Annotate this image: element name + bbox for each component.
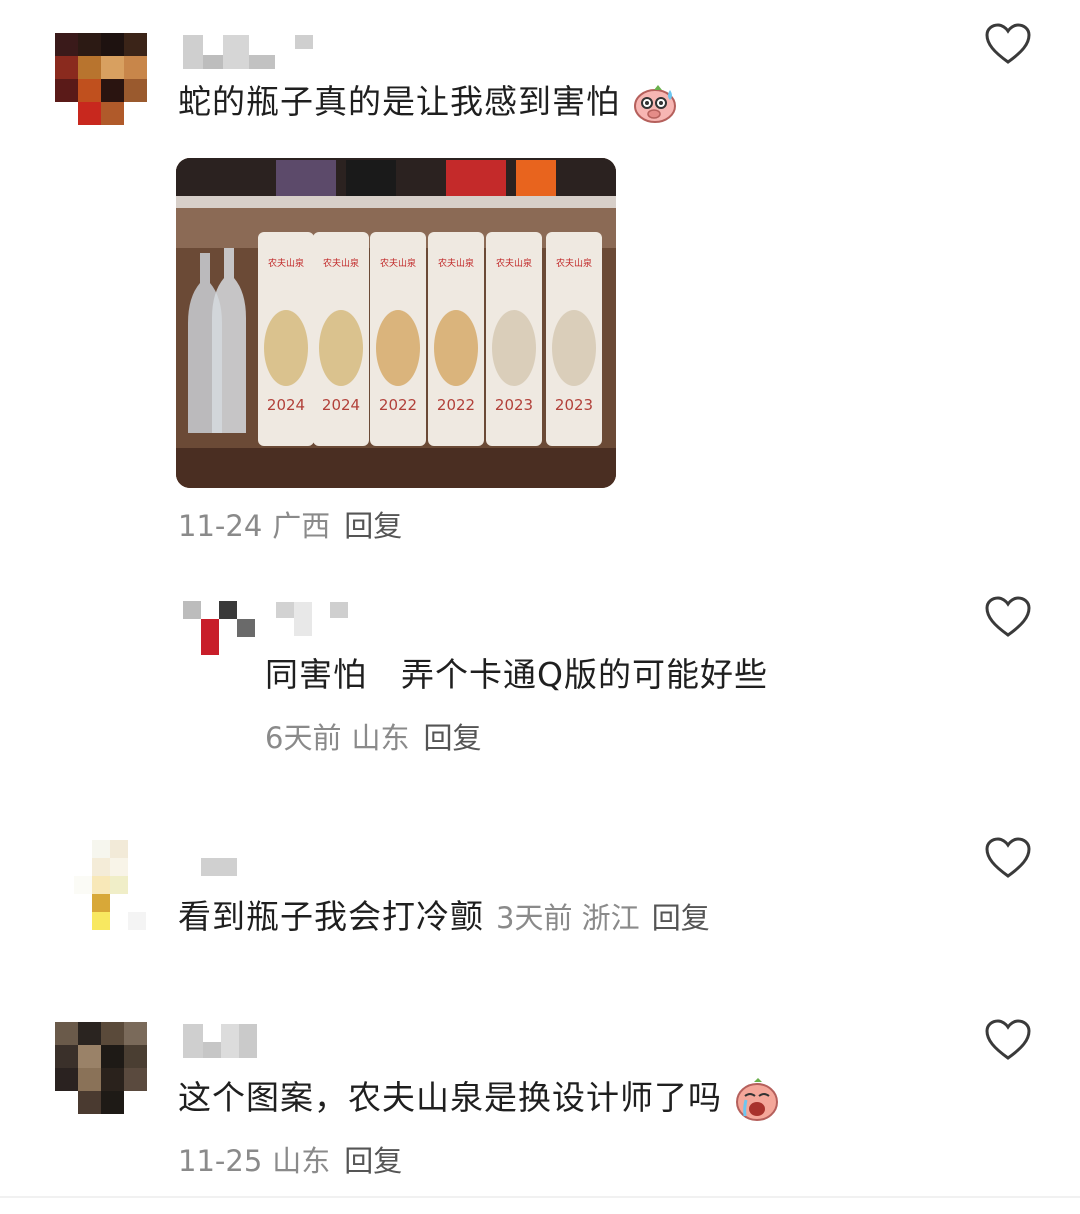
comment-text: 这个图案，农夫山泉是换设计师了吗	[178, 1076, 780, 1122]
comment-text-content: 蛇的瓶子真的是让我感到害怕	[178, 82, 620, 121]
divider	[0, 1196, 1080, 1198]
zodiac-illustration	[319, 310, 363, 386]
username-redacted[interactable]	[201, 858, 237, 876]
comment-date: 11-24	[178, 509, 263, 543]
comment-location: 山东	[272, 1144, 331, 1178]
heart-outline-icon[interactable]	[984, 22, 1032, 66]
comment-location: 广西	[272, 509, 331, 543]
comment-photo[interactable]: 农夫山泉 2024 农夫山泉 2024 农夫山泉 2022 农夫山泉 2022 农夫山泉 2023…	[176, 158, 616, 488]
comment-text-content: 看到瓶子我会打冷颤	[178, 897, 484, 936]
can-year-label: 2023	[555, 396, 593, 414]
comment-meta: 3天前 浙江 回复	[496, 901, 710, 935]
comment-location: 浙江	[581, 901, 640, 935]
can-brand-label: 农夫山泉	[380, 257, 416, 269]
can-year-label: 2022	[379, 396, 417, 414]
comment-text: 同害怕 弄个卡通Q版的可能好些	[265, 653, 768, 697]
comment-meta: 11-25 山东 回复	[178, 1141, 402, 1181]
bottles-photo: 农夫山泉 2024 农夫山泉 2024 农夫山泉 2022 农夫山泉 2022 农夫山泉 2023…	[176, 158, 616, 488]
heart-outline-icon[interactable]	[984, 595, 1032, 639]
can-year-label: 2023	[495, 396, 533, 414]
reply-button[interactable]: 回复	[344, 509, 402, 543]
zodiac-illustration	[552, 310, 596, 386]
heart-outline-icon[interactable]	[984, 836, 1032, 880]
avatar[interactable]	[183, 601, 255, 655]
can-brand-label: 农夫山泉	[496, 257, 532, 269]
can-year-label: 2024	[267, 396, 305, 414]
can-brand-label: 农夫山泉	[323, 257, 359, 269]
comment-text: 看到瓶子我会打冷颤 3天前 浙江 回复	[178, 895, 710, 940]
avatar[interactable]	[55, 33, 147, 125]
comment-date: 11-25	[178, 1144, 263, 1178]
zodiac-illustration	[434, 310, 478, 386]
crying-face-emoji	[735, 1077, 778, 1121]
username-redacted[interactable]	[276, 602, 348, 636]
comment-text-content: 同害怕 弄个卡通Q版的可能好些	[265, 655, 768, 694]
zodiac-illustration	[264, 310, 308, 386]
avatar[interactable]	[74, 840, 146, 930]
reply-button[interactable]: 回复	[344, 1144, 402, 1178]
username-redacted[interactable]	[183, 1024, 257, 1058]
zodiac-illustration	[376, 310, 420, 386]
comment-text: 蛇的瓶子真的是让我感到害怕	[178, 80, 678, 124]
avatar[interactable]	[55, 1022, 147, 1114]
can-year-label: 2022	[437, 396, 475, 414]
comment-meta: 11-24 广西 回复	[178, 506, 402, 546]
comment-date: 3天前	[496, 901, 573, 935]
comment-meta: 6天前 山东 回复	[265, 718, 481, 758]
comment-location: 山东	[351, 721, 410, 755]
zodiac-illustration	[492, 310, 536, 386]
reply-button[interactable]: 回复	[423, 721, 481, 755]
can-year-label: 2024	[322, 396, 360, 414]
comment-date: 6天前	[265, 721, 342, 755]
can-brand-label: 农夫山泉	[438, 257, 474, 269]
comment-text-content: 这个图案，农夫山泉是换设计师了吗	[178, 1078, 722, 1117]
username-redacted[interactable]	[183, 35, 313, 69]
heart-outline-icon[interactable]	[984, 1018, 1032, 1062]
can-brand-label: 农夫山泉	[556, 257, 592, 269]
can-brand-label: 农夫山泉	[268, 257, 304, 269]
reply-button[interactable]: 回复	[652, 901, 710, 935]
sweating-pig-emoji	[633, 84, 676, 123]
